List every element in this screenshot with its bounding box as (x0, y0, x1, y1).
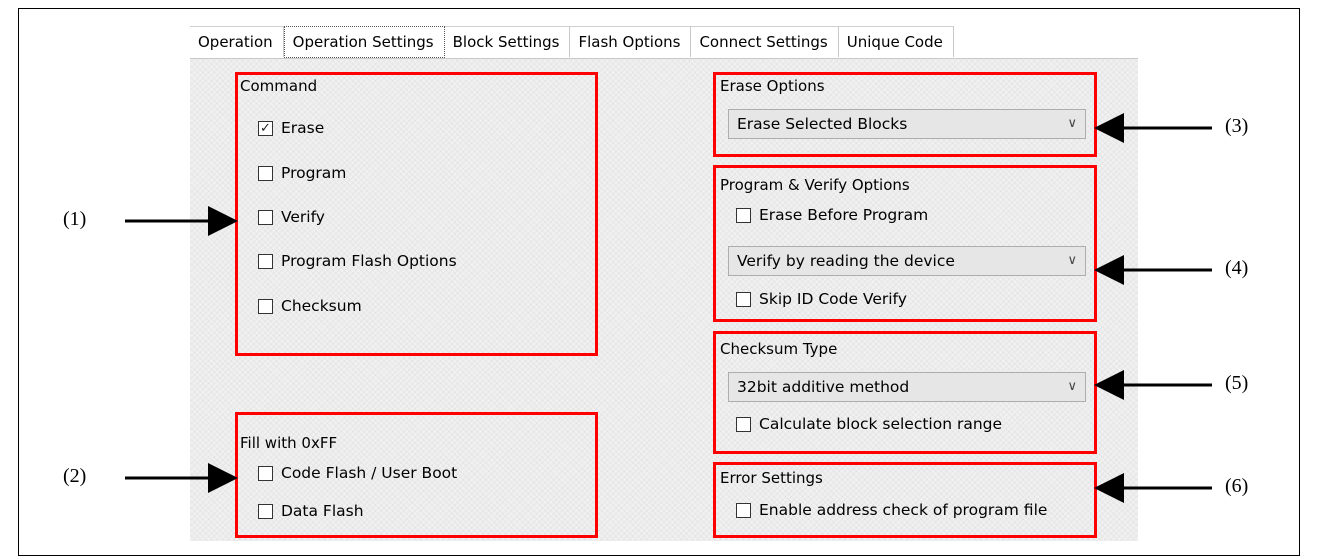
callout-5: (5) (1225, 372, 1249, 394)
callout-1: (1) (63, 208, 87, 230)
callout-6: (6) (1225, 475, 1249, 497)
callout-4: (4) (1225, 257, 1249, 279)
callout-3: (3) (1225, 115, 1249, 137)
callout-2: (2) (63, 465, 87, 487)
callout-arrows (125, 113, 1212, 503)
